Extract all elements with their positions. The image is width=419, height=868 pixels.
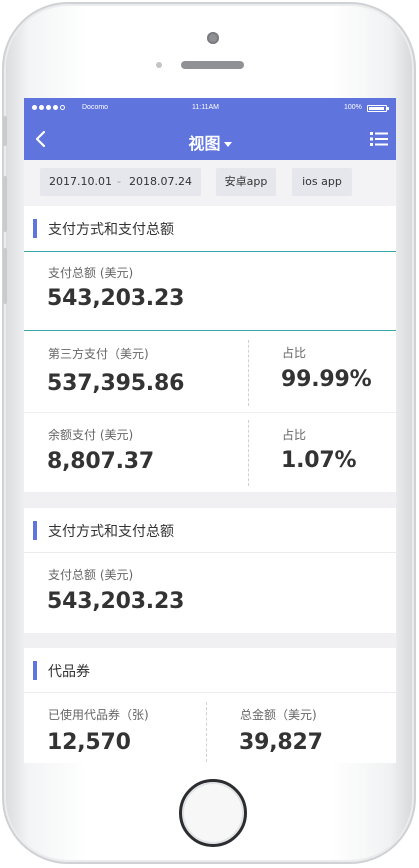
- section-header: 支付方式和支付总额: [24, 508, 396, 553]
- battery-icon: [367, 105, 389, 112]
- used-vouchers-value: 12,570: [47, 730, 131, 755]
- balance-payment-label: 余额支付 (美元): [48, 428, 134, 442]
- total-payment-value: 543,203.23: [47, 286, 185, 311]
- balance-share-label: 占比: [282, 428, 307, 442]
- status-bar: Docomo 11:11AM 100%: [24, 98, 396, 119]
- ios-app-filter[interactable]: ios app: [292, 168, 352, 196]
- column-divider: [206, 702, 207, 762]
- front-camera: [207, 32, 219, 44]
- third-party-payment-value: 537,395.86: [47, 371, 185, 396]
- payment-total-card: 支付方式和支付总额 支付总额 (美元) 543,203.23: [24, 508, 396, 633]
- section-title: 支付方式和支付总额: [48, 524, 174, 540]
- teal-divider: [24, 330, 396, 331]
- section-title: 支付方式和支付总额: [48, 222, 174, 238]
- volume-down-button: [3, 248, 7, 304]
- used-vouchers-label: 已使用代品券（张): [48, 708, 149, 722]
- section-header: 支付方式和支付总额: [24, 206, 396, 251]
- voucher-card: 代品券 已使用代品券（张) 12,570 总金额（美元) 39,827: [24, 648, 396, 763]
- balance-share-value: 1.07%: [281, 448, 357, 473]
- mute-switch: [3, 116, 7, 146]
- battery-percent: 100%: [344, 104, 362, 111]
- third-party-share-label: 占比: [282, 346, 307, 360]
- page-title: 视图: [188, 134, 221, 153]
- volume-up-button: [3, 176, 7, 232]
- start-date: 2017.10.01: [49, 175, 112, 188]
- section-accent-bar: [33, 521, 37, 540]
- section-title: 代品券: [48, 664, 90, 680]
- voucher-amount-label: 总金额（美元): [240, 708, 317, 722]
- home-button[interactable]: [179, 779, 247, 847]
- total-payment-label: 支付总额 (美元): [48, 568, 134, 582]
- payment-method-card: 支付方式和支付总额 支付总额 (美元) 543,203.23 第三方支付（美元)…: [24, 206, 396, 492]
- app-screen: Docomo 11:11AM 100% 视图 2017.10.01 - 2018…: [24, 98, 396, 763]
- total-payment-label: 支付总额 (美元): [48, 266, 134, 280]
- end-date: 2018.07.24: [129, 175, 192, 188]
- carrier-name: Docomo: [82, 104, 109, 111]
- row-divider: [24, 412, 396, 413]
- status-time: 11:11AM: [192, 104, 219, 111]
- third-party-payment-label: 第三方支付（美元): [48, 347, 149, 361]
- chevron-down-icon: [223, 142, 232, 147]
- earpiece-speaker: [181, 61, 244, 69]
- balance-payment-value: 8,807.37: [47, 449, 154, 474]
- voucher-amount-value: 39,827: [239, 730, 323, 755]
- total-payment-value: 543,203.23: [47, 589, 185, 614]
- filter-bar: 2017.10.01 - 2018.07.24 安卓app ios app: [24, 160, 396, 206]
- signal-icon: [32, 105, 65, 110]
- section-accent-bar: [33, 219, 37, 238]
- android-app-filter[interactable]: 安卓app: [216, 168, 276, 196]
- section-header: 代品券: [24, 648, 396, 693]
- date-range-filter[interactable]: 2017.10.01 - 2018.07.24: [40, 168, 201, 196]
- navigation-bar: 视图: [24, 119, 396, 160]
- teal-divider: [24, 251, 396, 252]
- date-separator: -: [117, 175, 121, 188]
- proximity-sensor: [156, 62, 162, 68]
- section-accent-bar: [33, 661, 37, 680]
- column-divider: [248, 420, 249, 486]
- column-divider: [248, 340, 249, 406]
- view-dropdown[interactable]: 视图: [24, 130, 396, 154]
- third-party-share-value: 99.99%: [281, 367, 372, 392]
- list-menu-icon[interactable]: [370, 131, 388, 147]
